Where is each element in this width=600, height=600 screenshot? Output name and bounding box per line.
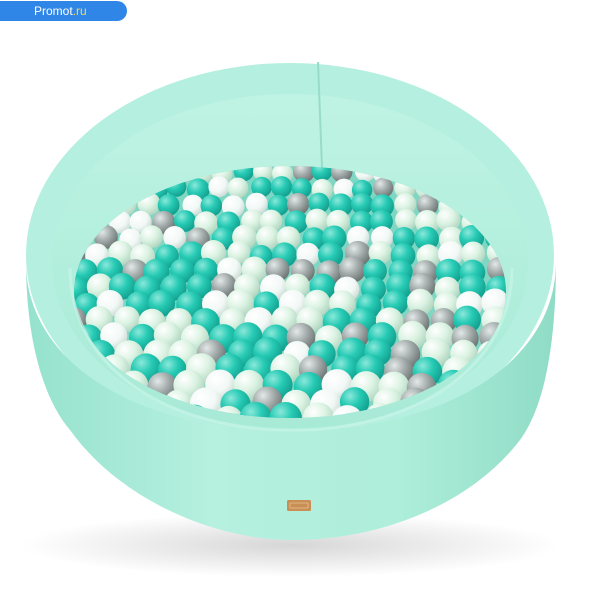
ball bbox=[270, 176, 293, 198]
brand-label-tag bbox=[287, 500, 311, 511]
ball-pit-photo bbox=[20, 61, 560, 577]
ball bbox=[227, 177, 249, 199]
ball bbox=[208, 176, 230, 198]
